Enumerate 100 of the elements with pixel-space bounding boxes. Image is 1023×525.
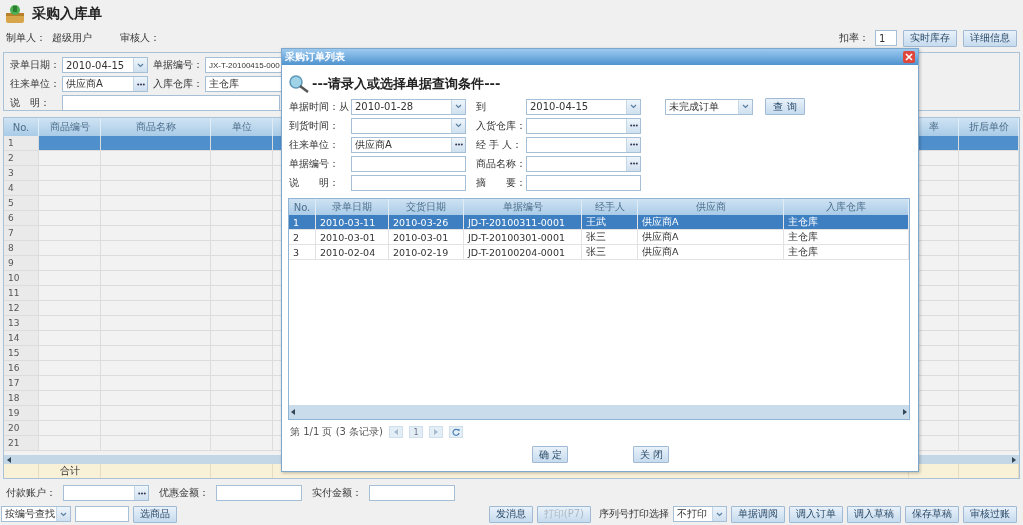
row-number: 16: [4, 361, 39, 375]
table-cell: 主仓库: [784, 215, 909, 229]
dropdown-button[interactable]: [133, 58, 147, 72]
table-cell: 张三: [582, 245, 638, 259]
row-number: 15: [4, 346, 39, 360]
table-cell: 主仓库: [784, 245, 909, 259]
field-label: 说 明：: [289, 175, 340, 190]
toolbar-button[interactable]: 实时库存: [903, 29, 957, 47]
table-cell: 主仓库: [784, 230, 909, 244]
table-row[interactable]: 3 2010-02-04 2010-02-19 JD-T-20100204-0001 张三 供应商A 主仓库: [289, 245, 909, 260]
date-field[interactable]: [351, 117, 466, 134]
page-number[interactable]: 1: [409, 426, 423, 438]
text-field[interactable]: [216, 485, 302, 501]
date-field[interactable]: 2010-04-15: [62, 57, 148, 73]
discount-label: 扣率：: [839, 31, 869, 45]
chevron-down-icon: [455, 104, 462, 109]
dialog-button[interactable]: 确 定: [532, 446, 568, 463]
field-label: 单据编号：: [153, 58, 204, 72]
dots-icon: [629, 162, 638, 165]
row-number: 4: [4, 181, 39, 195]
dropdown-button[interactable]: [712, 507, 726, 521]
browse-button[interactable]: [133, 77, 147, 91]
scroll-left-icon[interactable]: [291, 409, 296, 415]
dropdown-button[interactable]: [56, 507, 70, 521]
browse-button[interactable]: [626, 118, 640, 133]
chevron-down-icon: [630, 104, 637, 109]
scroll-left-icon[interactable]: [7, 456, 12, 463]
discount-field[interactable]: 1: [875, 30, 897, 46]
field-label: 单据编号：: [289, 156, 340, 171]
dropdown-field[interactable]: 不打印: [673, 506, 727, 522]
browse-button[interactable]: [134, 486, 148, 500]
browse-button[interactable]: [451, 137, 465, 152]
row-number: 19: [4, 406, 39, 420]
dropdown-button[interactable]: [451, 118, 465, 133]
action-button[interactable]: 调入草稿: [847, 505, 901, 523]
scrollbar[interactable]: [289, 405, 909, 419]
text-field[interactable]: [351, 174, 466, 191]
dialog-button[interactable]: 关 闭: [633, 446, 669, 463]
query-button[interactable]: 查 询: [765, 98, 805, 115]
row-number: 8: [4, 241, 39, 255]
table-cell: 2010-02-19: [389, 245, 464, 259]
dropdown-field[interactable]: 按编号查找: [1, 506, 71, 522]
search-field[interactable]: [75, 506, 129, 522]
dropdown-button[interactable]: [626, 99, 640, 114]
refresh-icon: [452, 428, 460, 436]
row-number: 10: [4, 271, 39, 285]
action-button[interactable]: 发消息: [488, 505, 533, 523]
table-row[interactable]: 1 2010-03-11 2010-03-26 JD-T-20100311-0001 王武 供应商A 主仓库: [289, 215, 909, 230]
field-label: 说 明：: [10, 96, 51, 110]
field-label: 录单日期：: [10, 58, 61, 72]
dots-icon: [629, 143, 638, 146]
date-field[interactable]: 2010-01-28: [351, 98, 466, 115]
text-field[interactable]: [62, 95, 280, 111]
table-row[interactable]: 2 2010-03-01 2010-03-01 JD-T-20100301-0001 张三 供应商A 主仓库: [289, 230, 909, 245]
triangle-right-icon: [434, 429, 438, 435]
action-button[interactable]: 保存草稿: [905, 505, 959, 523]
action-button[interactable]: 审核过账: [963, 505, 1017, 523]
field-label: 经 手 人：: [476, 137, 524, 152]
text-field[interactable]: [369, 485, 455, 501]
dialog-title: 采购订单列表: [285, 50, 345, 64]
date-field[interactable]: 2010-04-15: [526, 98, 641, 115]
lookup-field[interactable]: [63, 485, 149, 501]
dropdown-field[interactable]: 未完成订单: [665, 98, 753, 115]
action-button[interactable]: 单据调阅: [731, 505, 785, 523]
chevron-down-icon: [455, 123, 462, 128]
refresh-button[interactable]: [449, 426, 463, 438]
row-number: 3: [4, 166, 39, 180]
lookup-field[interactable]: [526, 117, 641, 134]
chevron-down-icon: [137, 62, 144, 68]
browse-button[interactable]: [626, 137, 640, 152]
scroll-right-icon[interactable]: [902, 409, 907, 415]
dots-icon: [136, 82, 145, 86]
page-title: 采购入库单: [32, 5, 102, 23]
close-icon[interactable]: [903, 51, 915, 63]
chevron-down-icon: [742, 104, 749, 109]
table-cell: 2010-03-11: [316, 215, 389, 229]
field-label: 摘 要：: [476, 175, 526, 190]
chevron-down-icon: [60, 511, 67, 517]
field-label: 到: [476, 99, 487, 114]
toolbar-button[interactable]: 详细信息: [963, 29, 1017, 47]
text-field[interactable]: [351, 155, 466, 172]
pick-goods-button[interactable]: 选商品: [133, 505, 177, 523]
lookup-field[interactable]: 供应商A: [351, 136, 466, 153]
lookup-field[interactable]: 供应商A: [62, 76, 148, 92]
dropdown-button[interactable]: [451, 99, 465, 114]
scroll-right-icon[interactable]: [1011, 456, 1016, 463]
browse-button[interactable]: [626, 156, 640, 171]
table-cell: 2010-03-01: [389, 230, 464, 244]
row-number: 20: [4, 421, 39, 435]
row-number: 1: [4, 136, 39, 150]
row-number: 12: [4, 301, 39, 315]
field-label: 商品名称：: [476, 156, 526, 171]
table-cell: 2010-03-26: [389, 215, 464, 229]
dropdown-button[interactable]: [738, 99, 752, 114]
text-field[interactable]: [526, 174, 641, 191]
lookup-field[interactable]: [526, 136, 641, 153]
lookup-field[interactable]: [526, 155, 641, 172]
row-number: 2: [4, 151, 39, 165]
action-button[interactable]: 调入订单: [789, 505, 843, 523]
table-cell: 王武: [582, 215, 638, 229]
